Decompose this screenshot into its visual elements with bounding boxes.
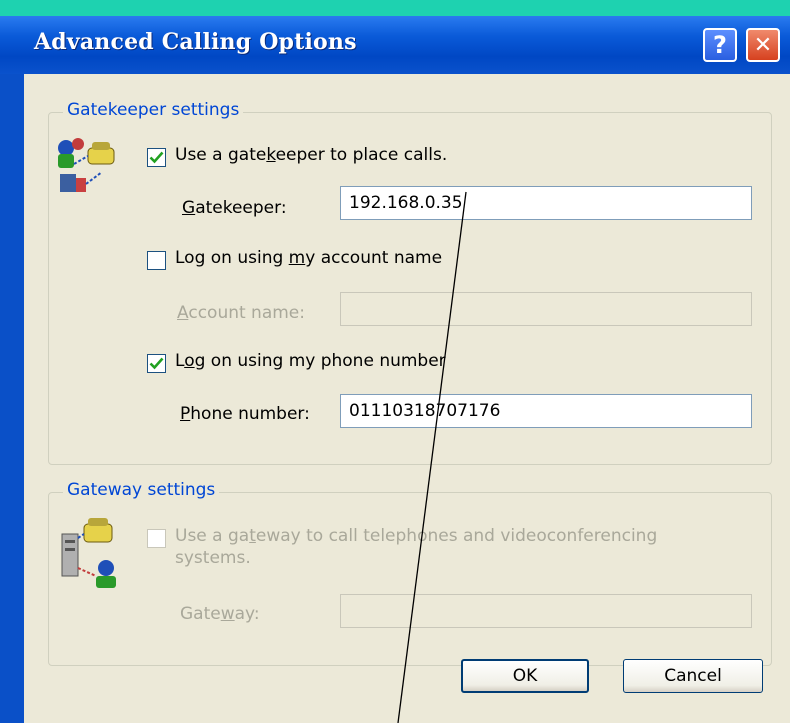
ok-button[interactable]: OK <box>461 659 589 693</box>
help-button[interactable]: ? <box>703 28 737 62</box>
close-icon: ✕ <box>753 32 773 58</box>
use-gatekeeper-checkbox[interactable] <box>147 148 166 167</box>
account-name-label: Account name: <box>177 303 305 323</box>
advanced-calling-options-dialog: Advanced Calling Options ? ✕ Gatekeeper … <box>0 16 790 723</box>
gatekeeper-label: Gatekeeper: <box>182 198 287 218</box>
cancel-button[interactable]: Cancel <box>623 659 763 693</box>
phone-number-label: Phone number: <box>180 404 310 424</box>
checkmark-icon <box>149 151 164 164</box>
use-gatekeeper-label: Use a gatekeeper to place calls. <box>175 145 448 165</box>
checkmark-icon <box>149 357 164 370</box>
account-name-input[interactable] <box>340 292 752 326</box>
gateway-settings-group: Gateway settings <box>48 480 772 666</box>
gateway-input[interactable] <box>340 594 752 628</box>
use-gateway-label-line1: Use a gateway to call telephones and vid… <box>175 526 658 546</box>
gateway-telephone-icon <box>61 518 116 588</box>
close-button[interactable]: ✕ <box>746 28 780 62</box>
dialog-title: Advanced Calling Options <box>34 29 357 55</box>
network-people-icon <box>58 138 115 192</box>
use-gateway-label-line2: systems. <box>175 548 251 568</box>
account-name-logon-label: Log on using my account name <box>175 248 443 268</box>
phone-number-logon-label: Log on using my phone number <box>175 351 446 371</box>
gatekeeper-input[interactable]: 192.168.0.35 <box>340 186 752 220</box>
gateway-group-title: Gateway settings <box>63 480 220 500</box>
use-gateway-checkbox[interactable] <box>147 529 166 548</box>
dialog-client-area: Gatekeeper settings Use a gatekeeper to … <box>24 74 790 723</box>
account-name-logon-checkbox[interactable] <box>147 251 166 270</box>
phone-number-logon-checkbox[interactable] <box>147 354 166 373</box>
gatekeeper-group-title: Gatekeeper settings <box>63 100 244 120</box>
phone-number-input[interactable]: 01110318707176 <box>340 394 752 428</box>
gateway-label: Gateway: <box>180 604 260 624</box>
help-icon: ? <box>713 31 727 59</box>
title-bar[interactable]: Advanced Calling Options ? ✕ <box>0 16 790 74</box>
